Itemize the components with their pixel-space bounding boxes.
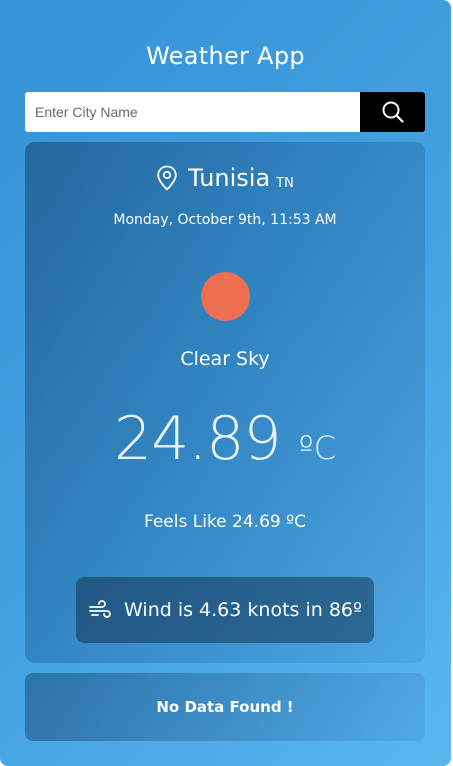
search-bar: [25, 92, 425, 132]
date-time: Monday, October 9th, 11:53 AM: [113, 212, 337, 228]
feels-like: Feels Like 24.69 ºC: [144, 512, 306, 532]
wind-info: Wind is 4.63 knots in 86º: [76, 577, 374, 643]
no-data-message: No Data Found !: [156, 698, 294, 716]
city-name: Tunisia: [188, 164, 271, 192]
temperature: 24.89 ºC: [25, 404, 425, 474]
location: Tunisia TN: [25, 164, 425, 192]
weather-app: Weather App Tunisia TN Monday, October 9…: [0, 0, 451, 766]
no-data-panel: No Data Found !: [25, 673, 425, 741]
wind-text: Wind is 4.63 knots in 86º: [124, 599, 362, 621]
country-code: TN: [276, 175, 294, 191]
app-title: Weather App: [146, 42, 305, 70]
weather-condition: Clear Sky: [180, 348, 270, 370]
sun-icon: [201, 272, 250, 321]
search-icon: [382, 101, 404, 123]
temperature-unit: ºC: [298, 429, 337, 467]
location-pin-icon: [157, 165, 177, 191]
wind-icon: [89, 600, 111, 618]
weather-card: Tunisia TN Monday, October 9th, 11:53 AM…: [25, 142, 425, 663]
temperature-value: 24.89: [113, 404, 282, 474]
city-search-input[interactable]: [25, 92, 360, 132]
search-button[interactable]: [360, 92, 425, 132]
